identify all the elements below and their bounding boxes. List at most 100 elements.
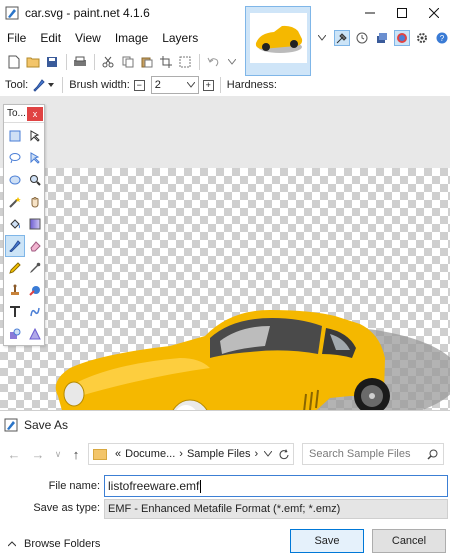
paste-icon[interactable] — [139, 54, 154, 70]
history-icon[interactable] — [354, 30, 370, 46]
dialog-title: Save As — [24, 418, 69, 432]
browse-folders-toggle[interactable]: Browse Folders — [8, 538, 100, 550]
breadcrumb-documents[interactable]: Docume... — [125, 448, 175, 460]
window-title: car.svg - paint.net 4.1.6 — [25, 6, 150, 20]
file-name-input[interactable]: listofreeware.emf — [104, 475, 448, 497]
save-as-icon — [4, 418, 18, 432]
toolbar-divider — [219, 77, 221, 93]
save-type-select[interactable]: EMF - Enhanced Metafile Format (*.emf; *… — [104, 499, 448, 519]
file-name-value: listofreeware.emf — [108, 479, 200, 493]
chevron-down-icon[interactable] — [314, 30, 330, 46]
recolor-icon[interactable] — [25, 279, 45, 301]
search-icon — [427, 449, 438, 460]
tools-panel-title: To... — [7, 108, 26, 119]
shapes-triangle-icon[interactable] — [25, 323, 45, 345]
svg-text:?: ? — [440, 34, 445, 43]
layers-icon[interactable] — [374, 30, 390, 46]
brush-width-label: Brush width: — [69, 79, 130, 91]
move-selection-icon[interactable] — [25, 147, 45, 169]
gear-icon[interactable] — [414, 30, 430, 46]
up-arrow-icon[interactable]: ↑ — [68, 446, 84, 462]
menu-image[interactable]: Image — [108, 31, 155, 45]
paintnet-app-icon — [5, 6, 19, 20]
search-placeholder: Search Sample Files — [309, 448, 411, 460]
cancel-button[interactable]: Cancel — [372, 529, 446, 553]
help-icon[interactable]: ? — [434, 30, 450, 46]
tools-window-icon[interactable] — [334, 30, 350, 46]
maximize-icon[interactable] — [386, 0, 418, 26]
save-icon[interactable] — [44, 54, 59, 70]
dialog-nav-row: ← → ∨ ↑ « Docume... › Sample Files › Sea… — [0, 442, 450, 468]
rectangle-select-icon[interactable] — [5, 125, 25, 147]
gradient-icon[interactable] — [25, 213, 45, 235]
chevron-down-icon[interactable] — [186, 82, 195, 88]
pan-icon[interactable] — [25, 191, 45, 213]
lasso-select-icon[interactable] — [5, 147, 25, 169]
menu-view[interactable]: View — [68, 31, 108, 45]
paint-bucket-icon[interactable] — [5, 213, 25, 235]
breadcrumb-prefix: « — [115, 448, 122, 460]
colors-icon[interactable] — [394, 30, 410, 46]
image-thumbnail[interactable] — [245, 6, 311, 76]
tools-panel-close[interactable]: x — [27, 106, 43, 121]
crop-icon[interactable] — [158, 54, 173, 70]
undo-icon[interactable] — [206, 54, 221, 70]
close-icon[interactable] — [418, 0, 450, 26]
tool-label: Tool: — [5, 79, 29, 91]
dialog-title-bar: Save As — [0, 411, 450, 439]
toolbar-divider — [93, 54, 95, 70]
menu-edit[interactable]: Edit — [33, 31, 68, 45]
clone-stamp-icon[interactable] — [5, 279, 25, 301]
main-toolbar — [0, 50, 240, 74]
color-picker-icon[interactable] — [25, 257, 45, 279]
ellipse-select-icon[interactable] — [5, 169, 25, 191]
tools-grid — [4, 123, 44, 345]
minimize-icon[interactable] — [354, 0, 386, 26]
text-cursor — [200, 479, 202, 493]
car-image — [55, 310, 450, 410]
eraser-icon[interactable] — [25, 235, 45, 257]
chevron-down-icon[interactable]: ∨ — [50, 446, 66, 462]
chevron-down-icon[interactable] — [225, 54, 240, 70]
menu-bar: File Edit View Image Layers — [0, 26, 240, 50]
magic-wand-icon[interactable] — [5, 191, 25, 213]
line-curve-icon[interactable] — [25, 301, 45, 323]
copy-icon[interactable] — [120, 54, 135, 70]
brush-width-increase[interactable]: + — [202, 79, 214, 91]
search-input[interactable]: Search Sample Files — [302, 443, 444, 465]
car-thumbnail-image — [255, 25, 303, 53]
back-arrow-icon[interactable]: ← — [6, 446, 22, 462]
paintbrush-tool-icon[interactable] — [5, 235, 25, 257]
chevron-down-icon[interactable] — [48, 82, 55, 88]
print-icon[interactable] — [73, 54, 88, 70]
move-selected-icon[interactable] — [25, 125, 45, 147]
tools-panel-header[interactable]: To... x — [4, 105, 44, 123]
pencil-icon[interactable] — [5, 257, 25, 279]
deselect-icon[interactable] — [178, 54, 193, 70]
toolbar-divider — [62, 77, 64, 93]
shapes-icon[interactable] — [5, 323, 25, 345]
text-icon[interactable] — [5, 301, 25, 323]
forward-arrow-icon[interactable]: → — [30, 446, 46, 462]
cut-icon[interactable] — [101, 54, 116, 70]
paintbrush-icon[interactable] — [32, 78, 46, 92]
address-bar[interactable]: « Docume... › Sample Files › — [88, 443, 294, 465]
new-image-icon[interactable] — [6, 54, 21, 70]
breadcrumb-separator-icon: › — [254, 448, 259, 460]
zoom-icon[interactable] — [25, 169, 45, 191]
file-name-label: File name: — [48, 480, 100, 492]
menu-file[interactable]: File — [0, 31, 33, 45]
open-icon[interactable] — [25, 54, 40, 70]
right-toolbar: ? — [314, 26, 450, 50]
toolbar-divider — [65, 54, 67, 70]
save-type-label: Save as type: — [33, 502, 100, 514]
save-type-value: EMF - Enhanced Metafile Format (*.emf; *… — [108, 503, 341, 515]
save-button[interactable]: Save — [290, 529, 364, 553]
menu-layers[interactable]: Layers — [155, 31, 205, 45]
chevron-down-icon[interactable] — [264, 451, 272, 457]
tools-panel: To... x — [3, 104, 45, 346]
refresh-icon[interactable] — [278, 448, 289, 460]
breadcrumb-sample-files[interactable]: Sample Files — [187, 448, 251, 460]
brush-width-decrease[interactable]: − — [133, 79, 145, 91]
brush-width-input[interactable]: 2 — [150, 76, 199, 94]
